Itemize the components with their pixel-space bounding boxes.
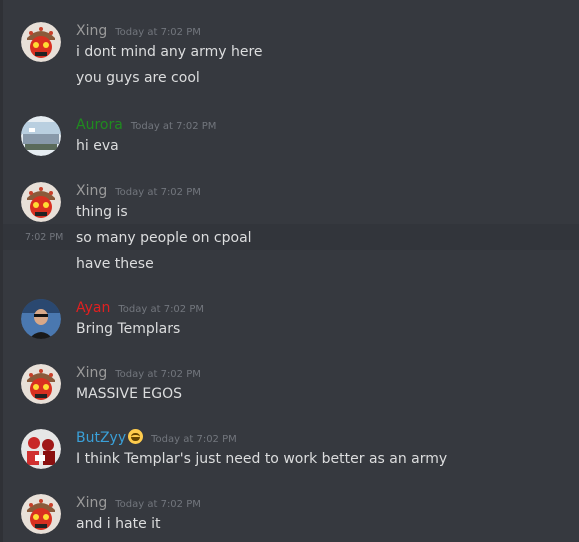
message-text: MASSIVE EGOS [76, 386, 183, 402]
message-text: hi eva [76, 138, 119, 154]
message-list: Xing Today at 7:02 PM i dont mind any arm… [0, 0, 579, 542]
timestamp: Today at 7:02 PM [130, 121, 217, 132]
message-text: you guys are cool [76, 70, 200, 86]
message-header: Ayan Today at 7:02 PM [76, 297, 204, 316]
username[interactable]: Xing [76, 495, 107, 511]
message-text: I think Templar's just need to work bett… [76, 451, 448, 467]
message-text: i dont mind any army here [76, 44, 263, 60]
red-figures-avatar-icon[interactable] [21, 429, 61, 469]
username[interactable]: Ayan [76, 300, 110, 316]
username[interactable]: Aurora [76, 117, 123, 133]
timestamp: Today at 7:02 PM [115, 499, 201, 510]
message-text: Bring Templars [76, 321, 181, 337]
person-photo-avatar-icon[interactable] [21, 299, 61, 339]
hover-timestamp: 7:02 PM [25, 232, 64, 243]
username[interactable]: Xing [76, 23, 107, 39]
timestamp: Today at 7:02 PM [118, 304, 204, 315]
crowned-skull-avatar-icon[interactable] [21, 22, 61, 62]
timestamp: Today at 7:02 PM [151, 434, 237, 445]
crowned-skull-avatar-icon[interactable] [21, 494, 61, 534]
landscape-photo-avatar-icon[interactable] [21, 116, 61, 156]
username[interactable]: Xing [76, 365, 107, 381]
message-header: Xing Today at 7:02 PM [76, 362, 201, 381]
message-header: ButZyy Today at 7:02 PM [76, 427, 237, 446]
timestamp: Today at 7:02 PM [115, 27, 201, 38]
timestamp: Today at 7:02 PM [115, 369, 201, 380]
username[interactable]: Xing [76, 183, 107, 199]
message-header: Xing Today at 7:02 PM [76, 180, 201, 199]
username[interactable]: ButZyy [76, 430, 126, 446]
message-header: Xing Today at 7:02 PM [76, 492, 201, 511]
crowned-skull-avatar-icon[interactable] [21, 182, 61, 222]
message-text: so many people on cpoal [76, 230, 252, 246]
message-text: and i hate it [76, 516, 161, 532]
message-header: Xing Today at 7:02 PM [76, 20, 201, 39]
message-text: thing is [76, 204, 128, 220]
crowned-skull-avatar-icon[interactable] [21, 364, 61, 404]
grinning-sweat-emoji-icon [128, 429, 144, 444]
message-text: have these [76, 256, 154, 272]
timestamp: Today at 7:02 PM [115, 187, 201, 198]
message-header: Aurora Today at 7:02 PM [76, 114, 216, 133]
